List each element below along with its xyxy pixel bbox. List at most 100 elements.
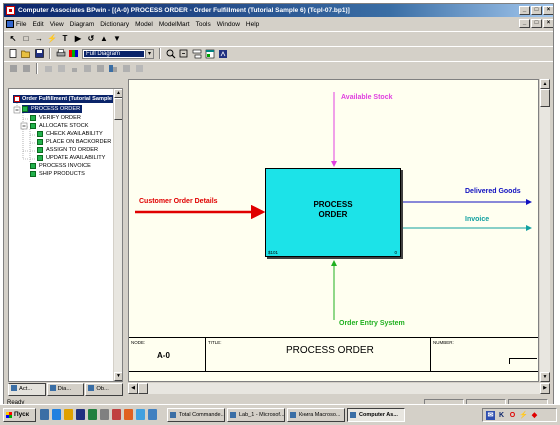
- close-button[interactable]: ×: [543, 6, 553, 15]
- menu-diagram[interactable]: Diagram: [70, 21, 95, 28]
- print-icon[interactable]: [56, 49, 66, 59]
- network-icon[interactable]: [148, 409, 157, 420]
- report-icon[interactable]: [205, 49, 215, 59]
- menu-help[interactable]: Help: [246, 21, 259, 28]
- doc-restore-button[interactable]: □: [531, 19, 542, 28]
- doc-close-button[interactable]: ×: [543, 19, 553, 28]
- diagram-canvas[interactable]: PROCESS ORDER $101 0 Available Stock Cus…: [128, 79, 539, 382]
- scroll-left-icon[interactable]: ◀: [128, 383, 138, 394]
- text-tool-icon[interactable]: T: [60, 34, 70, 44]
- excel-icon[interactable]: [88, 409, 97, 420]
- mm-lock-icon[interactable]: [69, 64, 79, 74]
- minimize-button[interactable]: _: [519, 6, 530, 15]
- go-up-tool-icon[interactable]: ▲: [99, 34, 109, 44]
- model-explorer-icon[interactable]: [192, 49, 202, 59]
- output-label-invoice[interactable]: Invoice: [465, 216, 489, 223]
- doc-minimize-button[interactable]: _: [519, 19, 530, 28]
- mm-disconnect-icon[interactable]: [21, 64, 31, 74]
- maximize-button[interactable]: □: [531, 6, 542, 15]
- mechanism-label[interactable]: Order Entry System: [339, 320, 405, 327]
- start-button[interactable]: Пуск: [3, 408, 36, 422]
- desktop-icon[interactable]: [40, 409, 49, 420]
- security-icon[interactable]: ◆: [530, 411, 539, 420]
- power-icon[interactable]: ⚡: [519, 411, 528, 420]
- scroll-thumb[interactable]: [114, 98, 122, 120]
- output-label-goods[interactable]: Delivered Goods: [465, 188, 521, 195]
- scroll-right-icon[interactable]: ▶: [540, 383, 550, 394]
- folder-icon[interactable]: [64, 409, 73, 420]
- zoom-in-icon[interactable]: [166, 49, 176, 59]
- zoom-out-icon[interactable]: [179, 49, 189, 59]
- browser-icon[interactable]: [52, 409, 61, 420]
- tab-diagrams[interactable]: Dia...: [46, 383, 85, 396]
- input-label[interactable]: Customer Order Details: [139, 198, 218, 205]
- scroll-thumb[interactable]: [540, 89, 550, 107]
- menu-window[interactable]: Window: [217, 21, 240, 28]
- menu-file[interactable]: File: [16, 21, 26, 28]
- menu-model[interactable]: Model: [135, 21, 153, 28]
- arrow-tool-icon[interactable]: →: [34, 34, 44, 44]
- menu-dictionary[interactable]: Dictionary: [100, 21, 129, 28]
- tree-item-check-availability[interactable]: CHECK AVAILABILITY: [37, 130, 103, 138]
- menu-tools[interactable]: Tools: [196, 21, 211, 28]
- task-total-commander[interactable]: Total Commande...: [167, 408, 225, 422]
- save-icon[interactable]: [34, 49, 44, 59]
- tree-item-place-on-backorder[interactable]: PLACE ON BACKORDER: [37, 138, 111, 146]
- messenger-icon[interactable]: [136, 409, 145, 420]
- mm-save-icon[interactable]: [56, 64, 66, 74]
- scroll-down-icon[interactable]: ▼: [114, 372, 122, 381]
- control-label[interactable]: Available Stock: [341, 94, 393, 101]
- mm-help-icon[interactable]: [134, 64, 144, 74]
- chevron-down-icon[interactable]: ▾: [145, 49, 153, 58]
- canvas-horizontal-scrollbar[interactable]: ◀ ▶: [128, 383, 550, 394]
- box-tool-icon[interactable]: □: [21, 34, 31, 44]
- calculator-icon[interactable]: [100, 409, 109, 420]
- tree-root[interactable]: Order Fulfillment (Tutorial Sample 6): [13, 95, 119, 103]
- activity-box-process-order[interactable]: PROCESS ORDER $101 0: [265, 168, 401, 257]
- menu-view[interactable]: View: [50, 21, 64, 28]
- mm-transfer-icon[interactable]: [121, 64, 131, 74]
- tree-item-update-availability[interactable]: UPDATE AVAILABILITY: [37, 154, 105, 162]
- keyboard-layout-icon[interactable]: K: [497, 411, 506, 420]
- mm-connect-icon[interactable]: [8, 64, 18, 74]
- tab-activities[interactable]: Act...: [8, 383, 46, 396]
- scroll-up-icon[interactable]: ▲: [114, 89, 122, 98]
- menu-edit[interactable]: Edit: [32, 21, 43, 28]
- diagram-view-combo[interactable]: Full Diagram ▾: [82, 48, 154, 59]
- undo-tool-icon[interactable]: ↺: [86, 34, 96, 44]
- color-icon[interactable]: [69, 49, 79, 59]
- mm-security-icon[interactable]: [82, 64, 92, 74]
- menu-modelmart[interactable]: ModelMart: [159, 21, 190, 28]
- open-folder-icon[interactable]: [21, 49, 31, 59]
- tree-item-process-order[interactable]: PROCESS ORDER: [22, 105, 83, 113]
- help-icon[interactable]: [218, 49, 228, 59]
- app-icon[interactable]: [112, 409, 121, 420]
- tree-item-process-invoice[interactable]: PROCESS INVOICE: [30, 162, 91, 170]
- tree-item-verify-order[interactable]: VERIFY ORDER: [30, 114, 81, 122]
- pointer-tool-icon[interactable]: ↖: [8, 34, 18, 44]
- antivirus-icon[interactable]: O: [508, 411, 517, 420]
- squiggle-tool-icon[interactable]: ⚡: [47, 34, 57, 44]
- scroll-thumb[interactable]: [138, 383, 148, 394]
- tab-objects[interactable]: Ob...: [85, 383, 124, 396]
- mail-icon[interactable]: ✉: [486, 410, 495, 420]
- task-bpwin[interactable]: Computer As...: [347, 408, 405, 422]
- mm-open-icon[interactable]: [43, 64, 53, 74]
- mm-options-icon[interactable]: [108, 64, 118, 74]
- scroll-up-icon[interactable]: ▲: [540, 79, 550, 89]
- mm-library-icon[interactable]: [95, 64, 105, 74]
- task-excel[interactable]: Книга Macrosо...: [287, 408, 345, 422]
- new-file-icon[interactable]: [8, 49, 18, 59]
- tree-item-ship-products[interactable]: SHIP PRODUCTS: [30, 170, 85, 178]
- word-icon[interactable]: [76, 409, 85, 420]
- scroll-down-icon[interactable]: ▼: [540, 372, 550, 382]
- tree-item-allocate-stock[interactable]: ALLOCATE STOCK: [30, 122, 89, 130]
- tree-item-assign-to-order[interactable]: ASSIGN TO ORDER: [37, 146, 98, 154]
- document-icon[interactable]: [6, 20, 14, 28]
- task-word[interactable]: Lab_1 - Microsof...: [227, 408, 285, 422]
- go-down-tool-icon[interactable]: ▼: [112, 34, 122, 44]
- tree-scrollbar[interactable]: ▲ ▼: [113, 89, 122, 381]
- canvas-vertical-scrollbar[interactable]: ▲ ▼: [540, 79, 550, 382]
- decompose-tool-icon[interactable]: ▶: [73, 34, 83, 44]
- media-icon[interactable]: [124, 409, 133, 420]
